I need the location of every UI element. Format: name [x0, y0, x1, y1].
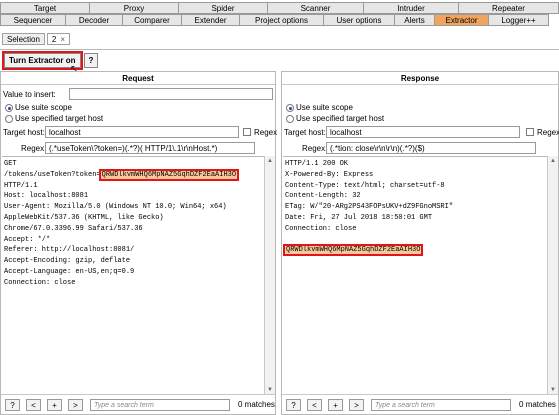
- use-specified-host-radio[interactable]: [5, 115, 13, 123]
- help-button[interactable]: ?: [84, 53, 98, 68]
- response-line: ETag: W/"20-ARg2PS43FOPsUKV+dZ9FGnoMSRI": [285, 203, 454, 212]
- request-line: AppleWebKit/537.36 (KHTML, like Gecko): [4, 213, 164, 222]
- regex-input[interactable]: (.*tion: close\r\n\r\n)(.*?)($): [326, 142, 536, 154]
- next-button[interactable]: >: [68, 399, 83, 411]
- response-match-count: 0 matches: [519, 400, 556, 409]
- target-host-label: Target host:: [3, 128, 45, 137]
- request-line: Connection: close: [4, 278, 76, 287]
- regex-label: Regex:: [302, 144, 328, 153]
- request-line: HTTP/1.1: [4, 181, 38, 190]
- regex-label: Regex:: [21, 144, 47, 153]
- target-host-input[interactable]: localhost: [45, 126, 239, 138]
- use-suite-scope-label: Use suite scope: [296, 103, 353, 112]
- response-scrollbar[interactable]: ▲ ▼: [547, 156, 558, 395]
- request-line: Host: localhost:8081: [4, 192, 89, 201]
- previous-button[interactable]: <: [307, 399, 322, 411]
- response-search-bar: ? < + > Type a search term 0 matches: [282, 394, 558, 414]
- target-host-input[interactable]: localhost: [326, 126, 520, 138]
- tab-project-options[interactable]: Project options: [239, 14, 324, 26]
- request-line: GET: [4, 160, 17, 168]
- subtab-selection[interactable]: Selection: [2, 33, 45, 45]
- response-line: Date: Fri, 27 Jul 2018 18:50:01 GMT: [285, 213, 433, 222]
- divider: [282, 84, 558, 85]
- request-line: Accept-Language: en-US,en;q=0.9: [4, 267, 135, 276]
- tab-repeater[interactable]: Repeater: [458, 2, 559, 14]
- target-host-label: Target host:: [284, 128, 326, 137]
- request-scrollbar[interactable]: ▲ ▼: [264, 156, 275, 395]
- response-pane: Response Use suite scope Use specified t…: [281, 71, 559, 415]
- use-specified-host-label: Use specified target host: [296, 114, 385, 123]
- regex-checkbox-label: Regex: [537, 128, 559, 137]
- request-editor[interactable]: GET /tokens/useToken?token=QRWDlkvmWHQ6M…: [2, 156, 264, 395]
- response-line: QRWDlkvmWHQ6MpNAZ5GqhDZF2EaAIH3O: [283, 244, 545, 257]
- response-line: Content-Type: text/html; charset=utf-8: [285, 181, 445, 190]
- previous-button[interactable]: <: [26, 399, 41, 411]
- extractor-toolbar: Turn Extractor on ? ↖: [0, 49, 559, 75]
- tab-user-options[interactable]: User options: [323, 14, 395, 26]
- divider: [1, 84, 275, 85]
- response-line: Content-Length: 32: [285, 192, 361, 201]
- value-to-insert-input[interactable]: [69, 88, 273, 100]
- use-specified-host-label: Use specified target host: [15, 114, 104, 123]
- use-specified-host-radio[interactable]: [286, 115, 294, 123]
- use-suite-scope-radio[interactable]: [5, 104, 13, 112]
- regex-input[interactable]: (.*useToken\?token=)(.*?)( HTTP/1\.1\r\n…: [45, 142, 255, 154]
- next-button[interactable]: >: [349, 399, 364, 411]
- response-editor[interactable]: HTTP/1.1 200 OK X-Powered-By: Express Co…: [283, 156, 547, 395]
- add-button[interactable]: +: [328, 399, 343, 411]
- close-icon[interactable]: ×: [60, 35, 65, 44]
- token-highlight: QRWDlkvmWHQ6MpNAZ5GqhDZF2EaAIH3O: [98, 168, 240, 181]
- extractor-subtabs: Selection 2 ×: [2, 33, 71, 45]
- use-suite-scope-label: Use suite scope: [15, 103, 72, 112]
- response-line: X-Powered-By: Express: [285, 170, 374, 179]
- value-to-insert-label: Value to insert:: [3, 90, 56, 99]
- tab-alerts[interactable]: Alerts: [394, 14, 435, 26]
- response-line: HTTP/1.1 200 OK: [285, 160, 349, 168]
- use-suite-scope-radio[interactable]: [286, 104, 294, 112]
- help-button[interactable]: ?: [5, 399, 20, 411]
- add-button[interactable]: +: [47, 399, 62, 411]
- request-search-bar: ? < + > Type a search term 0 matches: [1, 394, 275, 414]
- tab-scanner[interactable]: Scanner: [267, 2, 364, 14]
- regex-checkbox[interactable]: [243, 128, 251, 136]
- request-line: Chrome/67.0.3396.99 Safari/537.36: [4, 224, 143, 233]
- main-tabs-row-2: Sequencer Decoder Comparer Extender Proj…: [0, 14, 549, 26]
- request-search-input[interactable]: Type a search term: [90, 399, 230, 411]
- tab-decoder[interactable]: Decoder: [65, 14, 123, 26]
- request-title: Request: [122, 74, 154, 83]
- tab-intruder[interactable]: Intruder: [363, 2, 459, 14]
- tab-extractor[interactable]: Extractor: [434, 14, 489, 26]
- token-highlight: QRWDlkvmWHQ6MpNAZ5GqhDZF2EaAIH3O: [283, 244, 424, 257]
- subtab-selection-label: Selection: [7, 34, 40, 44]
- request-line: Accept-Encoding: gzip, deflate: [4, 257, 131, 266]
- request-line: Referer: http://localhost:8081/: [4, 246, 135, 255]
- request-match-count: 0 matches: [238, 400, 275, 409]
- subtab-2-label: 2: [51, 34, 57, 44]
- response-line: [285, 235, 545, 246]
- help-button[interactable]: ?: [286, 399, 301, 411]
- tab-sequencer[interactable]: Sequencer: [0, 14, 66, 26]
- regex-checkbox[interactable]: [526, 128, 534, 136]
- scroll-up-icon[interactable]: ▲: [548, 156, 558, 166]
- regex-checkbox-label: Regex: [254, 128, 278, 137]
- subtab-2[interactable]: 2 ×: [46, 33, 71, 45]
- response-line: Connection: close: [285, 224, 357, 233]
- response-search-input[interactable]: Type a search term: [371, 399, 511, 411]
- tab-comparer[interactable]: Comparer: [122, 14, 182, 26]
- tab-target[interactable]: Target: [0, 2, 90, 14]
- tab-proxy[interactable]: Proxy: [89, 2, 179, 14]
- main-tabs-row-1: Target Proxy Spider Scanner Intruder Rep…: [0, 2, 559, 14]
- scroll-up-icon[interactable]: ▲: [265, 156, 275, 166]
- request-line-path: /tokens/useToken?token=: [4, 170, 101, 179]
- tab-extender[interactable]: Extender: [181, 14, 240, 26]
- tab-spider[interactable]: Spider: [178, 2, 268, 14]
- request-line: /tokens/useToken?token=QRWDlkvmWHQ6MpNAZ…: [4, 168, 262, 181]
- request-line: Accept: */*: [4, 235, 51, 244]
- request-pane: Request Value to insert: Use suite scope…: [0, 71, 278, 415]
- request-line: User-Agent: Mozilla/5.0 (Windows NT 10.0…: [4, 203, 227, 212]
- tab-logger[interactable]: Logger++: [488, 14, 549, 26]
- response-title: Response: [400, 74, 440, 83]
